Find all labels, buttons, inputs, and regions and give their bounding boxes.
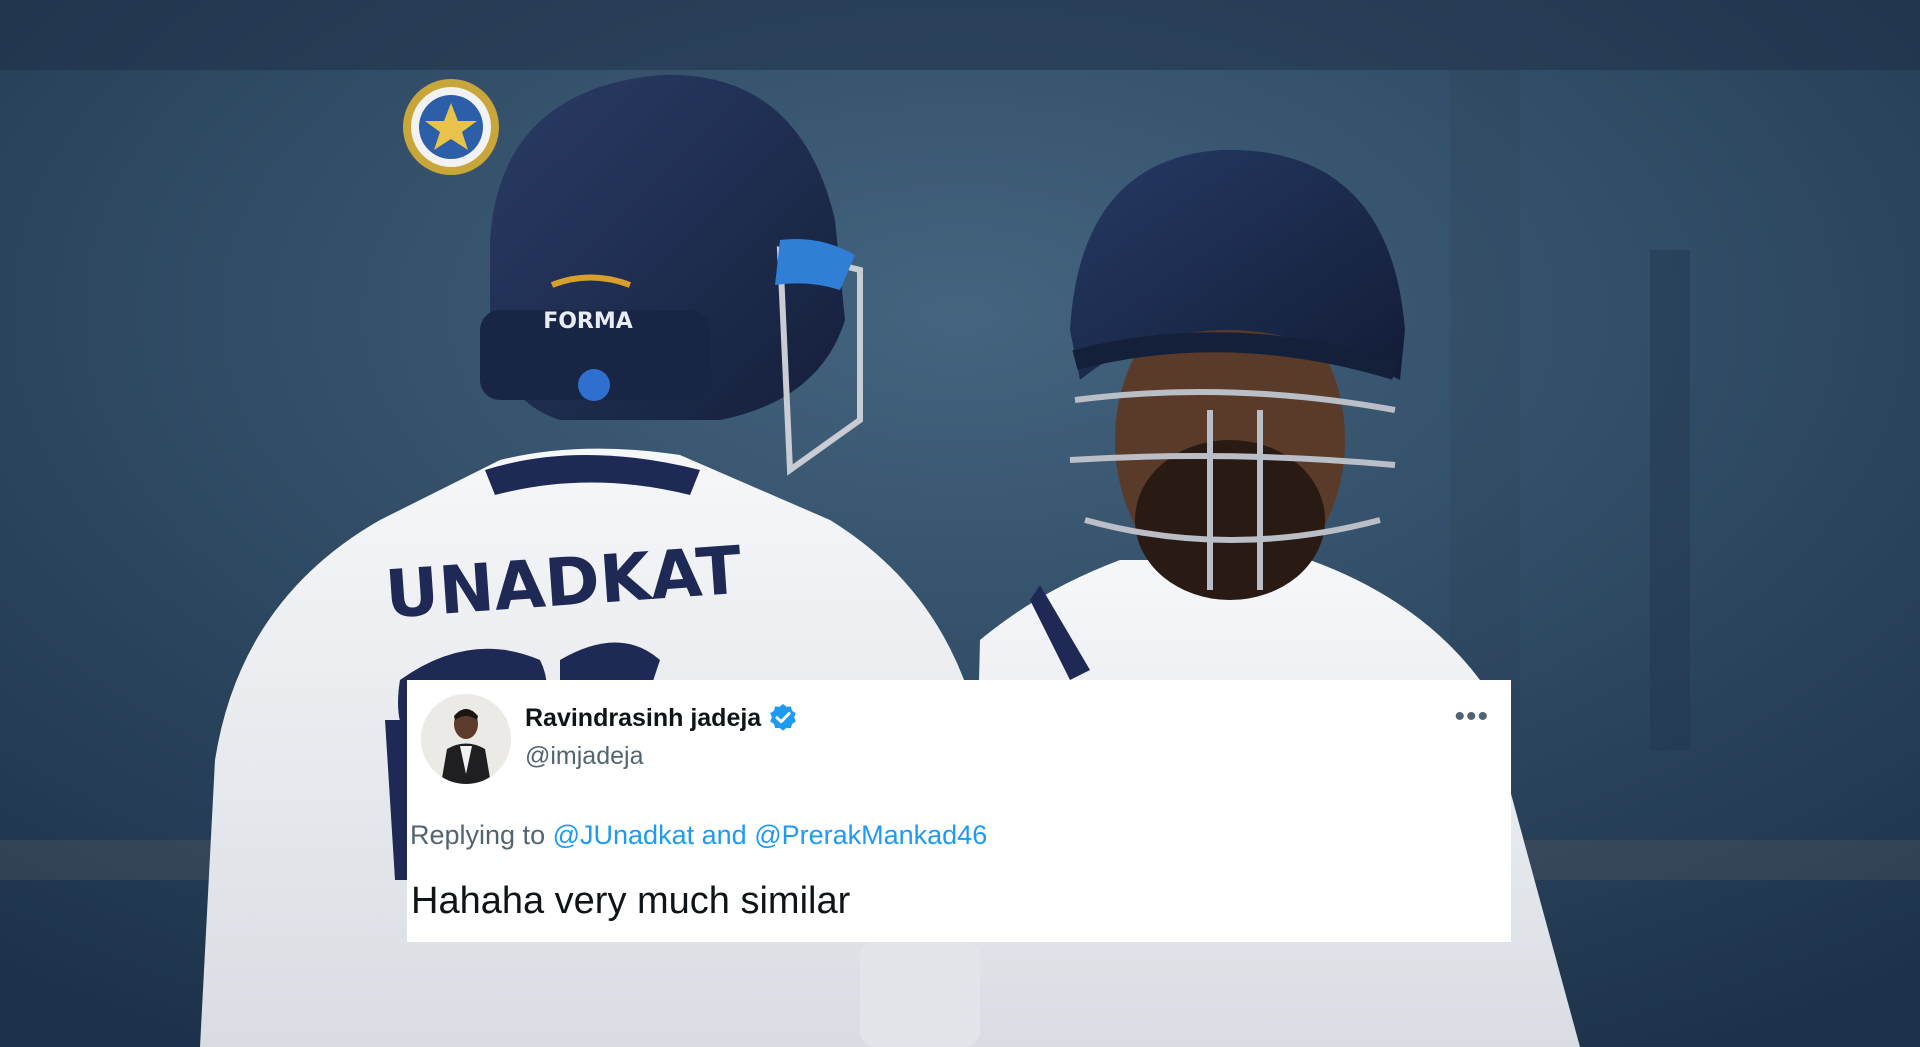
- helmet-brand-label: FORMA: [543, 309, 633, 334]
- mention-and-text: and: [701, 820, 747, 850]
- mention-link-junadkat[interactable]: @JUnadkat: [553, 820, 694, 850]
- tweet-text: Hahaha very much similar: [411, 880, 851, 922]
- tweet-card: Ravindrasinh jadeja @imjadeja ••• Replyi…: [407, 680, 1511, 942]
- replying-prefix: Replying to: [410, 820, 546, 850]
- verified-badge-icon: [767, 702, 799, 734]
- author-name[interactable]: Ravindrasinh jadeja: [525, 704, 761, 733]
- avatar[interactable]: [421, 694, 511, 784]
- author-row: Ravindrasinh jadeja: [525, 702, 799, 734]
- profile-photo-icon: [421, 694, 511, 784]
- mention-link-prerakmankad46[interactable]: @PrerakMankad46: [754, 820, 987, 850]
- bcci-crest-icon: [403, 79, 499, 175]
- more-options-icon[interactable]: •••: [1454, 702, 1489, 732]
- author-handle[interactable]: @imjadeja: [525, 742, 643, 771]
- replying-to-line: Replying to @JUnadkat and @PrerakMankad4…: [410, 820, 987, 851]
